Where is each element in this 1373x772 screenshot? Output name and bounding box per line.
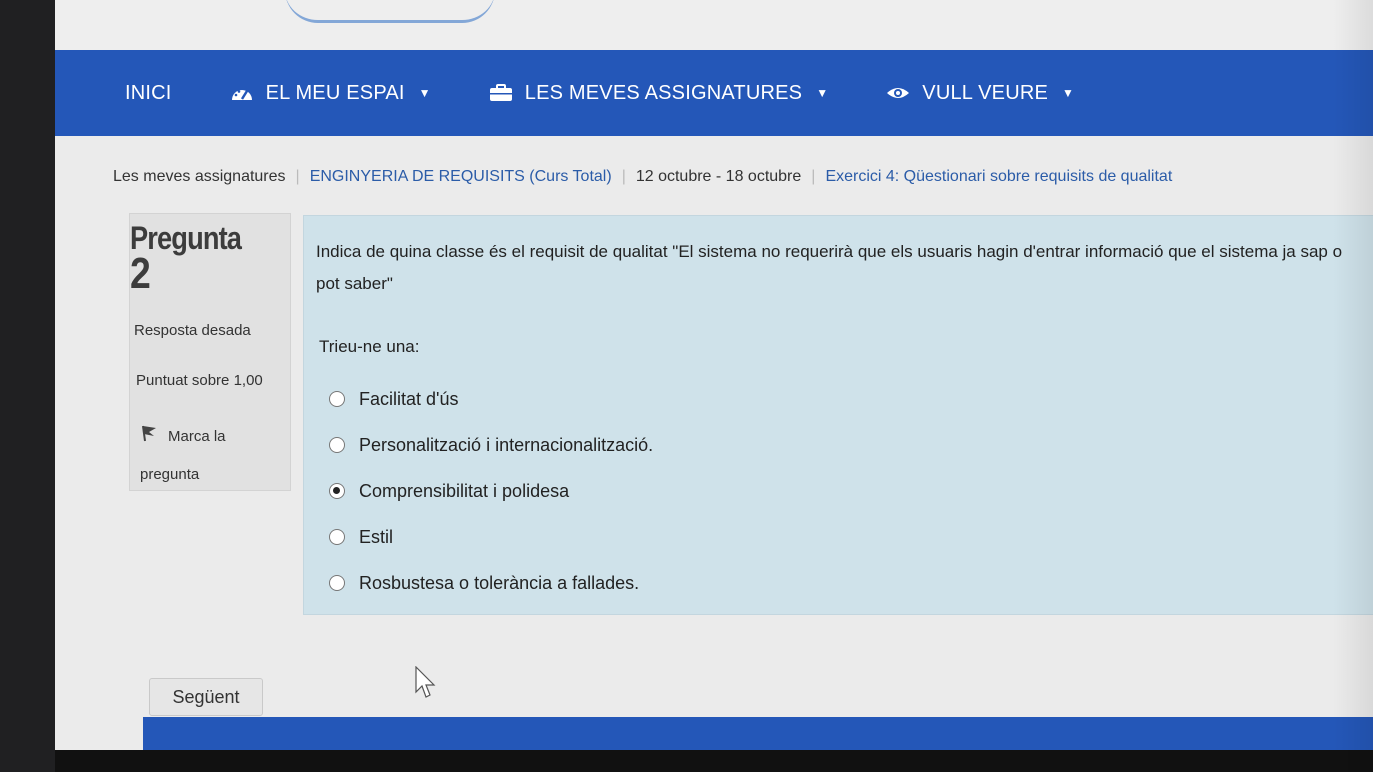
browser-screen: INICI EL MEU ESPAI ▼ LES MEVES ASSIGNATU… [55,0,1373,772]
nav-label: EL MEU ESPAI [265,81,405,104]
radio-button[interactable] [329,391,345,407]
breadcrumb-item-week[interactable]: 12 octubre - 18 octubre [636,168,801,186]
breadcrumb-item-assignatures[interactable]: Les meves assignatures [113,168,286,186]
chevron-down-icon: ▼ [1062,86,1075,100]
question-status: Resposta desada [134,322,251,339]
mouse-cursor-icon [415,665,437,705]
radio-button-selected[interactable] [329,483,345,499]
breadcrumb-separator: | [621,168,626,185]
chevron-down-icon: ▼ [418,86,431,100]
nav-label: VULL VEURE [922,81,1049,104]
nav-item-les-meves-assignatures[interactable]: LES MEVES ASSIGNATURES ▼ [489,82,829,105]
answer-option-selected[interactable]: Comprensibilitat i polidesa [329,468,653,514]
answer-label: Comprensibilitat i polidesa [359,480,570,501]
nav-label: INICI [125,81,172,104]
breadcrumb-separator: | [811,168,816,185]
radio-button[interactable] [329,529,345,545]
question-number: 2 [130,249,151,298]
answer-options: Facilitat d'ús Personalització i interna… [329,376,653,606]
flag-question-link[interactable]: Marca la pregunta [140,418,280,493]
monitor-bezel [0,0,60,772]
answer-label: Personalització i internacionalització. [359,434,654,455]
question-text: Indica de quina classe és el requisit de… [316,242,1343,293]
main-navbar: INICI EL MEU ESPAI ▼ LES MEVES ASSIGNATU… [55,50,1373,136]
nav-item-vull-veure[interactable]: VULL VEURE ▼ [886,82,1074,105]
flag-icon [140,419,158,456]
chevron-down-icon: ▼ [816,86,829,100]
breadcrumb-item-quiz[interactable]: Exercici 4: Qüestionari sobre requisits … [825,168,1172,186]
question-content-panel: Indica de quina classe és el requisit de… [303,215,1373,615]
dashboard-icon [230,84,254,102]
answer-label: Rosbustesa o tolerància a fallades. [359,572,640,593]
question-info-panel: Pregunta 2 Resposta desada Puntuat sobre… [129,213,291,491]
breadcrumb-item-course[interactable]: ENGINYERIA DE REQUISITS (Curs Total) [310,168,612,186]
answer-prompt: Trieu-ne una: [319,337,420,356]
briefcase-icon [489,84,513,102]
question-grade: Puntuat sobre 1,00 [136,372,263,389]
monitor-bottom-bezel [55,750,1373,772]
nav-item-inici[interactable]: INICI [125,82,172,105]
nav-label: LES MEVES ASSIGNATURES [524,81,803,104]
site-logo [285,0,495,23]
nav-item-el-meu-espai[interactable]: EL MEU ESPAI ▼ [230,82,431,105]
answer-option[interactable]: Rosbustesa o tolerància a fallades. [329,560,653,606]
next-button[interactable]: Següent [149,678,263,716]
radio-button[interactable] [329,575,345,591]
answer-option[interactable]: Personalització i internacionalització. [329,422,653,468]
answer-label: Estil [359,526,394,547]
site-header [55,0,1373,50]
breadcrumb-separator: | [295,168,300,185]
radio-button[interactable] [329,437,345,453]
answer-option[interactable]: Estil [329,514,653,560]
eye-icon [886,84,910,102]
answer-label: Facilitat d'ús [359,388,459,409]
question-title: Pregunta 2 [130,220,249,298]
breadcrumb: Les meves assignatures | ENGINYERIA DE R… [113,168,1172,186]
answer-option[interactable]: Facilitat d'ús [329,376,653,422]
